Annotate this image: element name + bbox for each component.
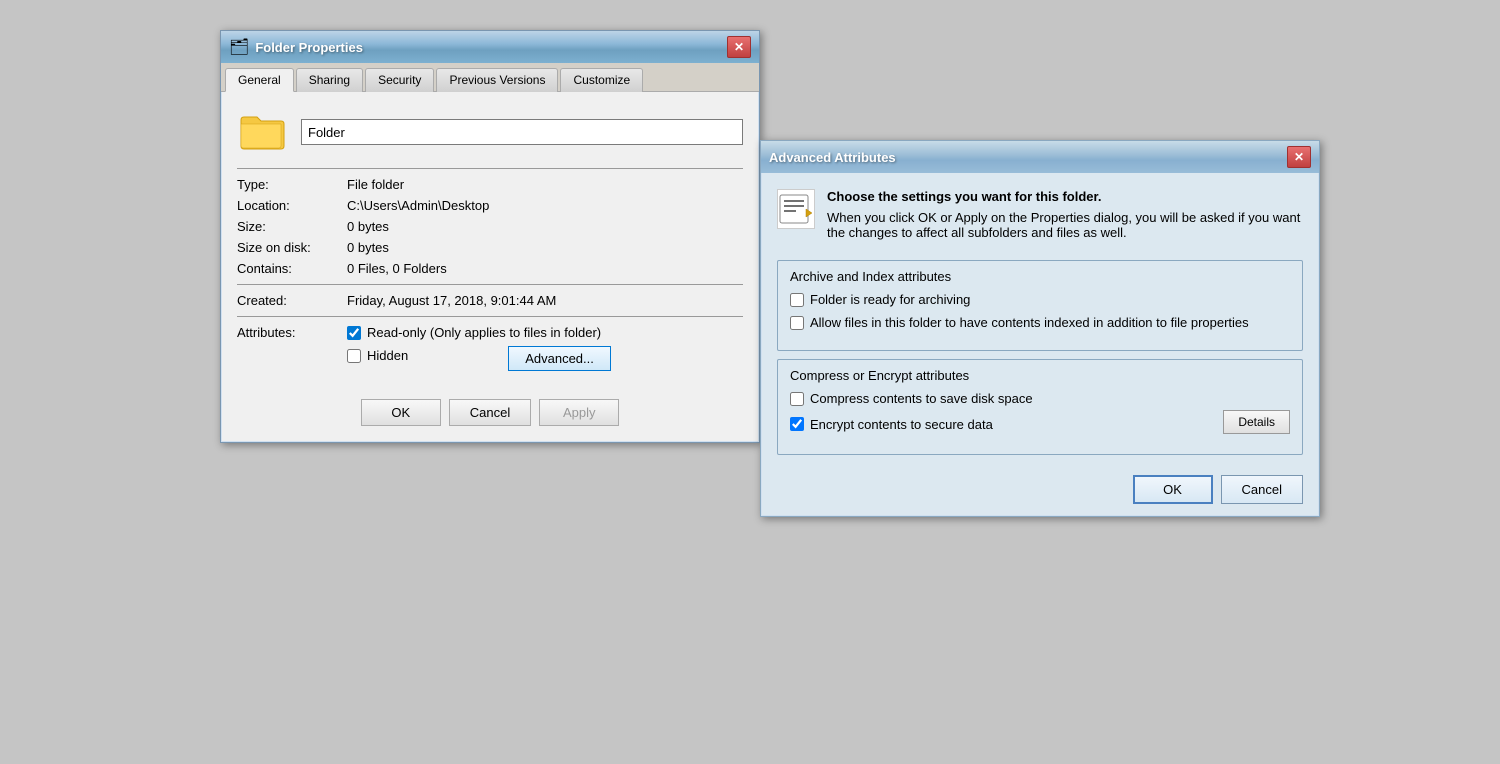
attributes-controls: Read-only (Only applies to files in fold… <box>347 325 743 371</box>
advanced-attrs-desc-line1: Choose the settings you want for this fo… <box>827 189 1303 204</box>
index-checkbox[interactable] <box>790 316 804 330</box>
index-label: Allow files in this folder to have conte… <box>810 315 1249 330</box>
advanced-button[interactable]: Advanced... <box>508 346 611 371</box>
advanced-attrs-close-button[interactable]: ✕ <box>1287 146 1311 168</box>
encrypt-label: Encrypt contents to secure data <box>810 417 993 432</box>
tab-general[interactable]: General <box>225 68 294 92</box>
readonly-label: Read-only (Only applies to files in fold… <box>367 325 601 340</box>
adv-ok-button[interactable]: OK <box>1133 475 1213 504</box>
advanced-attributes-dialog: Advanced Attributes ✕ Choose the setting… <box>760 140 1320 517</box>
hidden-advanced-row: Hidden Advanced... <box>347 346 743 371</box>
location-row: Location: C:\Users\Admin\Desktop <box>237 198 743 213</box>
encrypt-checkbox-row: Encrypt contents to secure data Details <box>790 414 1290 434</box>
separator-2 <box>237 284 743 285</box>
compress-section: Compress or Encrypt attributes Compress … <box>777 359 1303 455</box>
advanced-attrs-title-text: Advanced Attributes <box>769 150 1287 165</box>
tab-sharing[interactable]: Sharing <box>296 68 363 92</box>
index-checkbox-row: Allow files in this folder to have conte… <box>790 315 1290 330</box>
location-label: Location: <box>237 198 347 213</box>
size-label: Size: <box>237 219 347 234</box>
advanced-attrs-title-bar: Advanced Attributes ✕ <box>761 141 1319 173</box>
tab-customize[interactable]: Customize <box>560 68 643 92</box>
advanced-attrs-desc-line2: When you click OK or Apply on the Proper… <box>827 210 1303 240</box>
folder-icon <box>237 108 285 156</box>
apply-button[interactable]: Apply <box>539 399 619 426</box>
created-row: Created: Friday, August 17, 2018, 9:01:4… <box>237 293 743 308</box>
cancel-button[interactable]: Cancel <box>449 399 531 426</box>
type-value: File folder <box>347 177 404 192</box>
advanced-attrs-icon <box>777 189 815 229</box>
type-row: Type: File folder <box>237 177 743 192</box>
compress-checkbox[interactable] <box>790 392 804 406</box>
adv-cancel-button[interactable]: Cancel <box>1221 475 1303 504</box>
type-label: Type: <box>237 177 347 192</box>
contains-label: Contains: <box>237 261 347 276</box>
folder-props-footer: OK Cancel Apply <box>221 387 759 442</box>
hidden-row: Hidden <box>347 348 408 363</box>
archive-checkbox[interactable] <box>790 293 804 307</box>
contains-row: Contains: 0 Files, 0 Folders <box>237 261 743 276</box>
folder-props-title-text: Folder Properties <box>255 40 727 55</box>
separator-3 <box>237 316 743 317</box>
tab-previous-versions[interactable]: Previous Versions <box>436 68 558 92</box>
size-on-disk-row: Size on disk: 0 bytes <box>237 240 743 255</box>
size-row: Size: 0 bytes <box>237 219 743 234</box>
archive-checkbox-row: Folder is ready for archiving <box>790 292 1290 307</box>
folder-props-title-icon: 🗂 <box>229 37 249 57</box>
folder-props-tab-bar: General Sharing Security Previous Versio… <box>221 63 759 92</box>
compress-label: Compress contents to save disk space <box>810 391 1033 406</box>
tab-security[interactable]: Security <box>365 68 434 92</box>
location-value: C:\Users\Admin\Desktop <box>347 198 489 213</box>
created-label: Created: <box>237 293 347 308</box>
archive-label: Folder is ready for archiving <box>810 292 970 307</box>
folder-properties-dialog: 🗂 Folder Properties ✕ General Sharing Se… <box>220 30 760 443</box>
readonly-row: Read-only (Only applies to files in fold… <box>347 325 743 340</box>
folder-props-close-button[interactable]: ✕ <box>727 36 751 58</box>
folder-props-content: Type: File folder Location: C:\Users\Adm… <box>221 92 759 387</box>
size-on-disk-value: 0 bytes <box>347 240 389 255</box>
folder-header <box>237 108 743 156</box>
readonly-checkbox[interactable] <box>347 326 361 340</box>
hidden-label: Hidden <box>367 348 408 363</box>
encrypt-checkbox[interactable] <box>790 417 804 431</box>
separator-1 <box>237 168 743 169</box>
hidden-checkbox[interactable] <box>347 349 361 363</box>
attributes-row: Attributes: Read-only (Only applies to f… <box>237 325 743 371</box>
folder-name-input[interactable] <box>301 119 743 145</box>
size-value: 0 bytes <box>347 219 389 234</box>
contains-value: 0 Files, 0 Folders <box>347 261 447 276</box>
ok-button[interactable]: OK <box>361 399 441 426</box>
advanced-attrs-header: Choose the settings you want for this fo… <box>761 173 1319 252</box>
details-button[interactable]: Details <box>1223 410 1290 434</box>
archive-section: Archive and Index attributes Folder is r… <box>777 260 1303 351</box>
compress-checkbox-row: Compress contents to save disk space <box>790 391 1290 406</box>
advanced-attrs-footer: OK Cancel <box>761 463 1319 516</box>
compress-section-title: Compress or Encrypt attributes <box>790 368 1290 383</box>
attributes-label: Attributes: <box>237 325 347 371</box>
created-value: Friday, August 17, 2018, 9:01:44 AM <box>347 293 556 308</box>
folder-props-title-bar: 🗂 Folder Properties ✕ <box>221 31 759 63</box>
archive-section-title: Archive and Index attributes <box>790 269 1290 284</box>
size-on-disk-label: Size on disk: <box>237 240 347 255</box>
advanced-attrs-desc: Choose the settings you want for this fo… <box>827 189 1303 240</box>
